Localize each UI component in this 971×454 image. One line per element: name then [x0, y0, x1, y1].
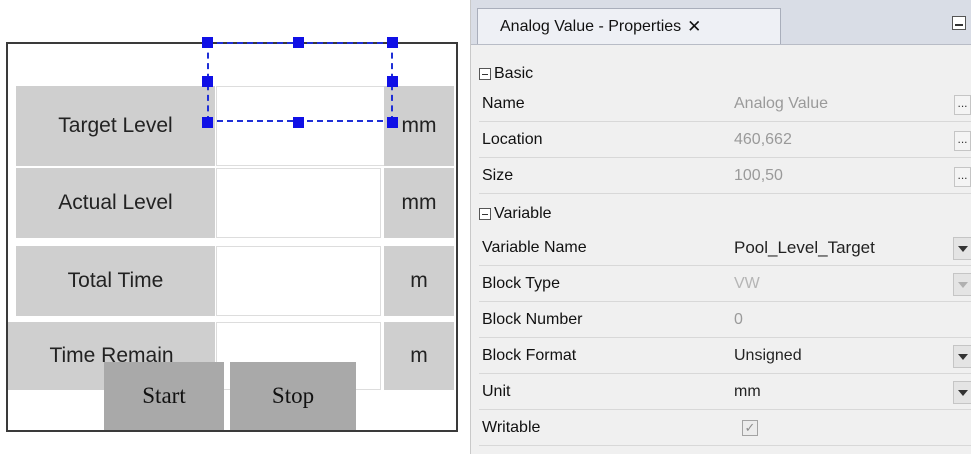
ellipsis-button[interactable]: ... [954, 167, 971, 187]
ellipsis-button[interactable]: ... [954, 131, 971, 151]
property-row-location[interactable]: Location 460,662 ... [479, 122, 971, 158]
dropdown-arrow-icon[interactable] [953, 237, 971, 260]
actual-level-value-field[interactable] [216, 168, 381, 238]
collapse-icon[interactable] [479, 68, 491, 80]
property-value[interactable]: Analog Value [734, 86, 828, 122]
target-level-label[interactable]: Target Level [16, 86, 215, 166]
property-name: Unit [482, 383, 511, 400]
property-value[interactable]: 460,662 [734, 122, 792, 158]
resize-handle-middle-right[interactable] [387, 76, 398, 87]
property-value[interactable]: mm [734, 374, 761, 410]
property-name: Writable [482, 419, 541, 436]
property-value[interactable]: Pool_Level_Target [734, 230, 875, 266]
dropdown-arrow-icon[interactable] [953, 381, 971, 404]
hmi-design-canvas[interactable]: Target Level mm Actual Level mm Total Ti… [6, 42, 458, 432]
minimize-icon[interactable] [952, 16, 966, 30]
resize-handle-top-center[interactable] [293, 37, 304, 48]
property-name: Block Number [482, 311, 583, 328]
property-value[interactable]: Unsigned [734, 338, 802, 374]
dropdown-arrow-icon[interactable] [953, 345, 971, 368]
close-icon[interactable]: ✕ [687, 17, 701, 37]
stop-button[interactable]: Stop [230, 362, 356, 430]
property-row-writable[interactable]: Writable ✓ [479, 410, 971, 446]
start-button[interactable]: Start [104, 362, 224, 430]
writable-checkbox[interactable]: ✓ [742, 420, 758, 436]
actual-level-unit[interactable]: mm [384, 168, 454, 238]
category-basic-label: Basic [494, 65, 534, 82]
property-name: Name [482, 95, 525, 112]
property-name: Location [482, 131, 543, 148]
ellipsis-button[interactable]: ... [954, 95, 971, 115]
property-value[interactable]: 100,50 [734, 158, 783, 194]
properties-tab[interactable]: Analog Value - Properties ✕ [477, 8, 781, 44]
property-value: VW [734, 275, 760, 292]
total-time-unit[interactable]: m [384, 246, 454, 316]
resize-handle-middle-left[interactable] [202, 76, 213, 87]
resize-handle-bottom-left[interactable] [202, 117, 213, 128]
resize-handle-bottom-right[interactable] [387, 117, 398, 128]
total-time-label[interactable]: Total Time [16, 246, 215, 316]
resize-handle-top-left[interactable] [202, 37, 213, 48]
actual-level-label[interactable]: Actual Level [16, 168, 215, 238]
property-row-block-number[interactable]: Block Number 0 [479, 302, 971, 338]
property-value[interactable]: 0 [734, 302, 743, 338]
time-remain-unit[interactable]: m [384, 322, 454, 390]
resize-handle-bottom-center[interactable] [293, 117, 304, 128]
property-name: Block Type [482, 275, 560, 292]
property-row-variable-name[interactable]: Variable Name Pool_Level_Target [479, 230, 971, 266]
property-row-block-format[interactable]: Block Format Unsigned [479, 338, 971, 374]
property-row-name[interactable]: Name Analog Value ... [479, 86, 971, 122]
properties-tab-bar: Analog Value - Properties ✕ [471, 0, 971, 45]
property-row-size[interactable]: Size 100,50 ... [479, 158, 971, 194]
category-variable[interactable]: Variable [479, 196, 552, 232]
property-row-block-type[interactable]: Block Type VW [479, 266, 971, 302]
property-row-unit[interactable]: Unit mm [479, 374, 971, 410]
dropdown-arrow-icon [953, 273, 971, 296]
collapse-icon[interactable] [479, 208, 491, 220]
property-name: Size [482, 167, 514, 184]
property-name: Variable Name [482, 239, 587, 256]
properties-panel: Analog Value - Properties ✕ Basic Name A… [470, 0, 971, 454]
target-level-value-field[interactable] [216, 86, 400, 166]
properties-tab-title: Analog Value - Properties [500, 17, 682, 35]
total-time-value-field[interactable] [216, 246, 381, 316]
property-name: Block Format [482, 347, 577, 364]
resize-handle-top-right[interactable] [387, 37, 398, 48]
category-variable-label: Variable [494, 205, 552, 222]
